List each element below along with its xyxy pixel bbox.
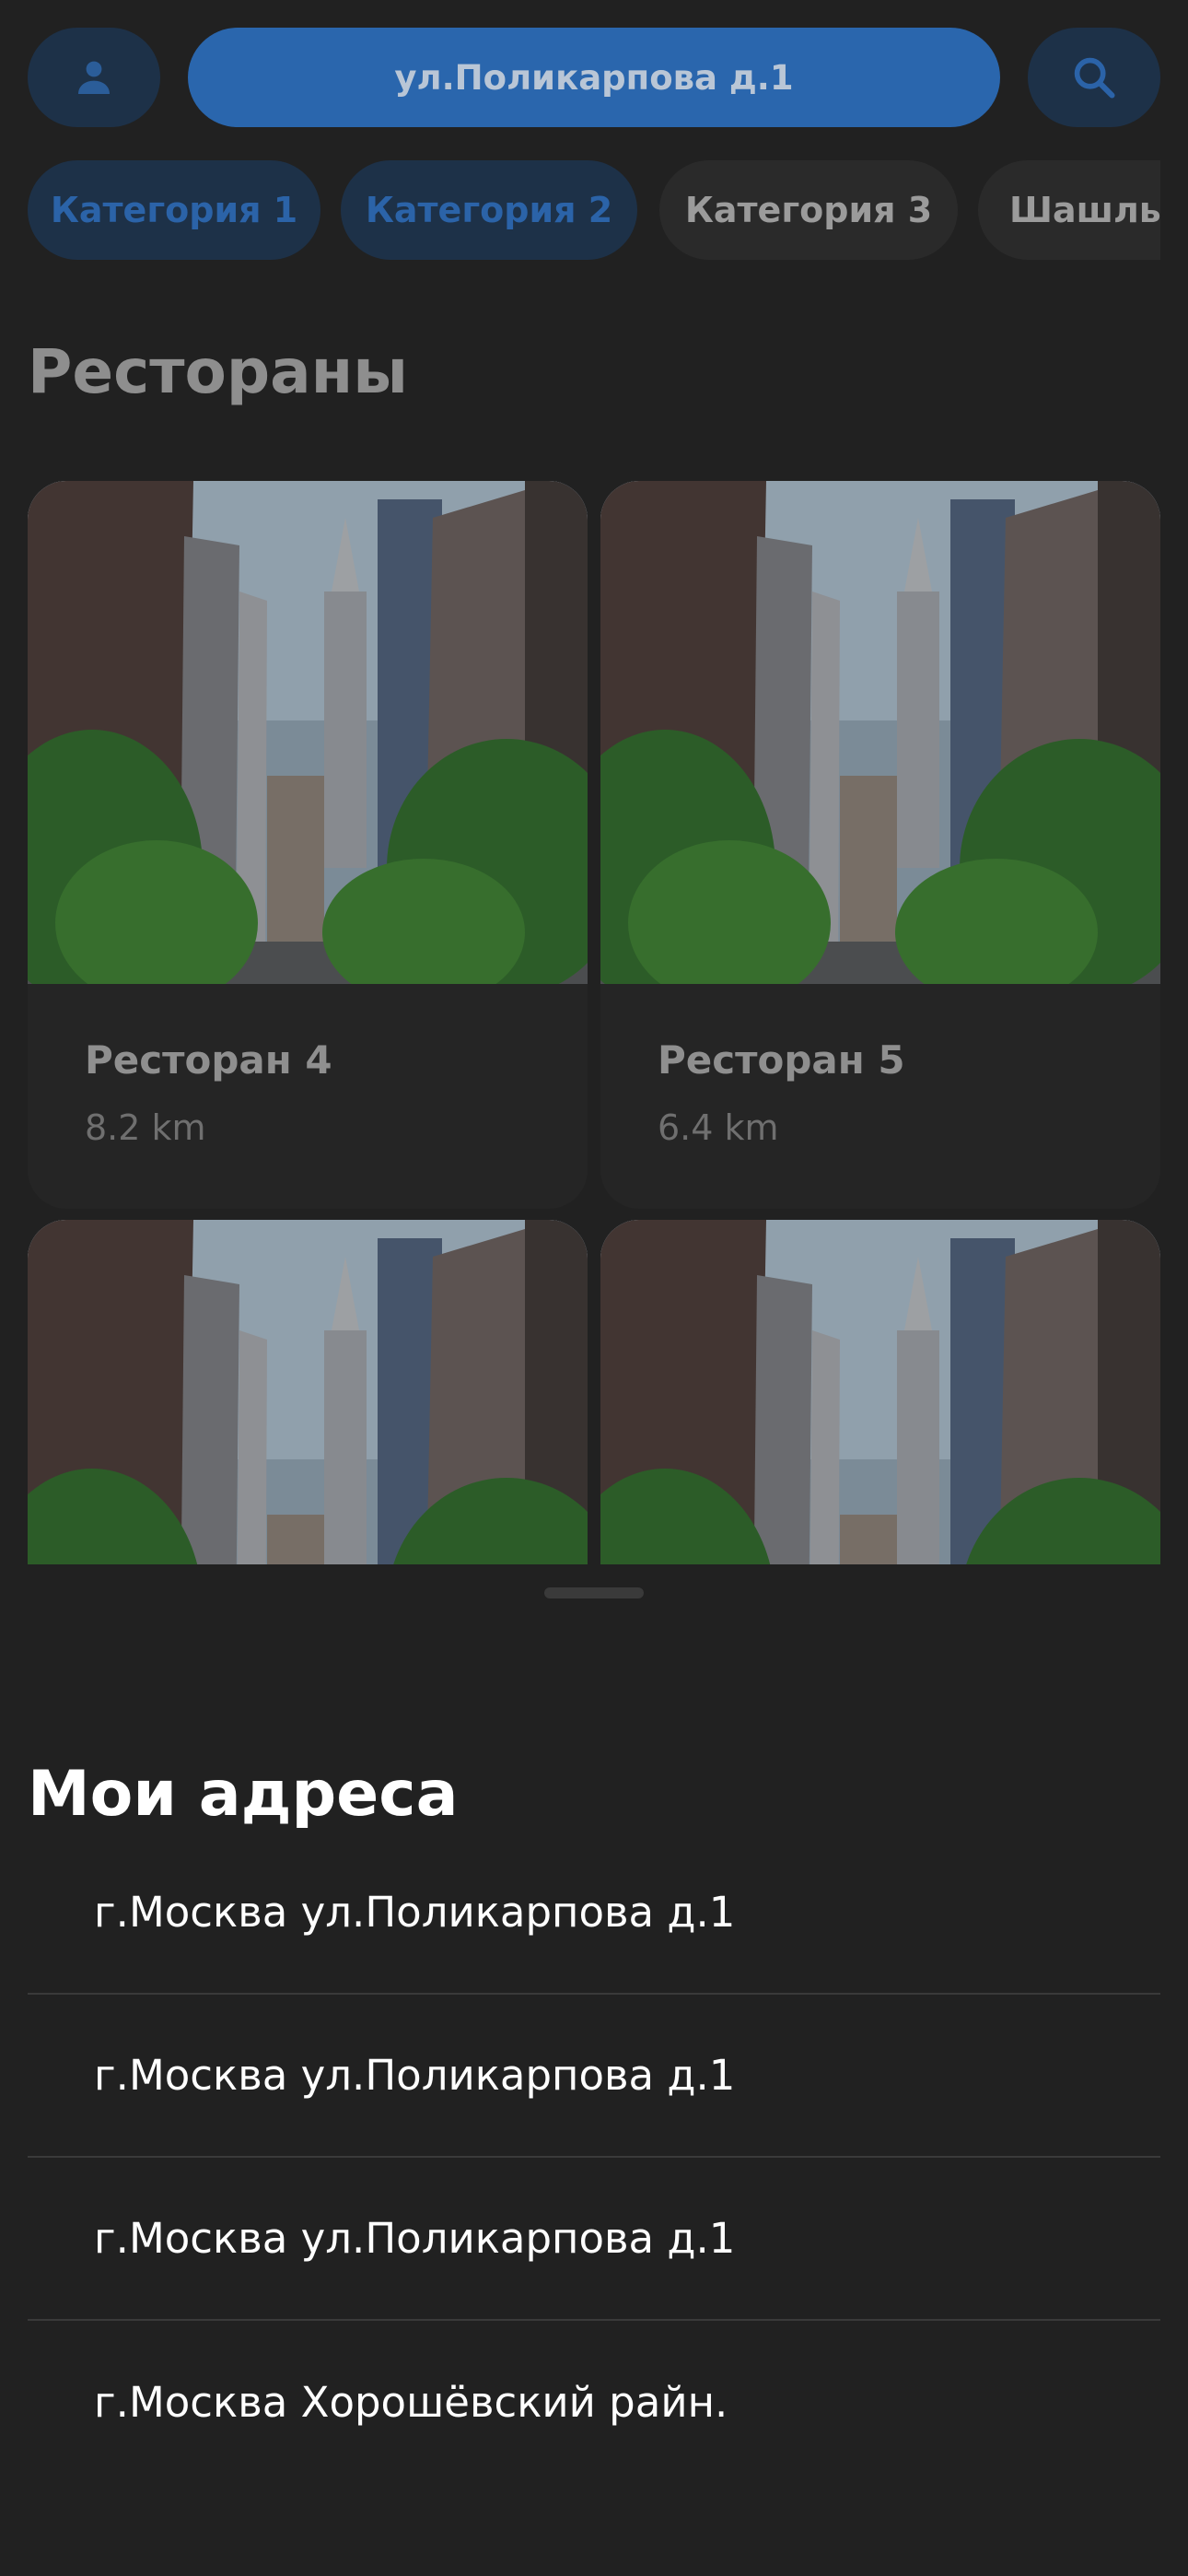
restaurant-photo	[600, 1220, 1160, 1585]
category-chips: Категория 1 Категория 2 Категория 3 Шашл…	[28, 160, 1160, 262]
background-content: ул.Поликарпова д.1 Категория 1 Категория…	[0, 0, 1188, 1585]
address-list-item[interactable]: г.Москва ул.Поликарпова д.1	[28, 2158, 1160, 2321]
restaurants-title: Рестораны	[28, 336, 408, 407]
addresses-bottom-sheet: Мои адреса г.Москва ул.Поликарпова д.1 г…	[0, 1564, 1188, 2576]
search-icon	[1074, 57, 1115, 99]
restaurant-card[interactable]	[600, 1220, 1160, 1585]
app-screen: ул.Поликарпова д.1 Категория 1 Категория…	[0, 0, 1188, 2576]
top-bar: ул.Поликарпова д.1	[28, 28, 1160, 127]
current-address-button[interactable]: ул.Поликарпова д.1	[188, 28, 1000, 127]
category-chip-4[interactable]: Шашлык	[978, 160, 1160, 260]
search-button[interactable]	[1028, 28, 1160, 127]
address-text: г.Москва Хорошёвский райн.	[94, 2378, 728, 2427]
address-list-item[interactable]: г.Москва Хорошёвский райн.	[28, 2321, 1160, 2484]
address-list-item[interactable]: г.Москва ул.Поликарпова д.1	[28, 1832, 1160, 1995]
restaurant-card[interactable]: Ресторан 4 8.2 km	[28, 481, 588, 1209]
person-icon	[78, 61, 110, 94]
restaurant-distance: 8.2 km	[85, 1107, 206, 1148]
sheet-grabber-handle[interactable]	[544, 1587, 644, 1598]
restaurant-card[interactable]	[28, 1220, 588, 1585]
restaurant-card[interactable]: Ресторан 5 6.4 km	[600, 481, 1160, 1209]
restaurant-photo	[28, 1220, 588, 1585]
category-chip-1[interactable]: Категория 1	[28, 160, 320, 260]
restaurant-name: Ресторан 4	[85, 1037, 332, 1083]
address-text: г.Москва ул.Поликарпова д.1	[94, 1888, 736, 1937]
category-chip-2[interactable]: Категория 2	[341, 160, 637, 260]
restaurant-distance: 6.4 km	[658, 1107, 779, 1148]
address-list: г.Москва ул.Поликарпова д.1 г.Москва ул.…	[28, 1832, 1160, 2484]
profile-button[interactable]	[28, 28, 160, 127]
addresses-title: Мои адреса	[28, 1758, 459, 1831]
restaurant-photo	[28, 481, 588, 984]
restaurant-photo	[600, 481, 1160, 984]
address-text: г.Москва ул.Поликарпова д.1	[94, 2214, 736, 2263]
address-list-item[interactable]: г.Москва ул.Поликарпова д.1	[28, 1995, 1160, 2158]
address-text: г.Москва ул.Поликарпова д.1	[94, 2051, 736, 2100]
category-chip-3[interactable]: Категория 3	[659, 160, 958, 260]
restaurant-name: Ресторан 5	[658, 1037, 905, 1083]
